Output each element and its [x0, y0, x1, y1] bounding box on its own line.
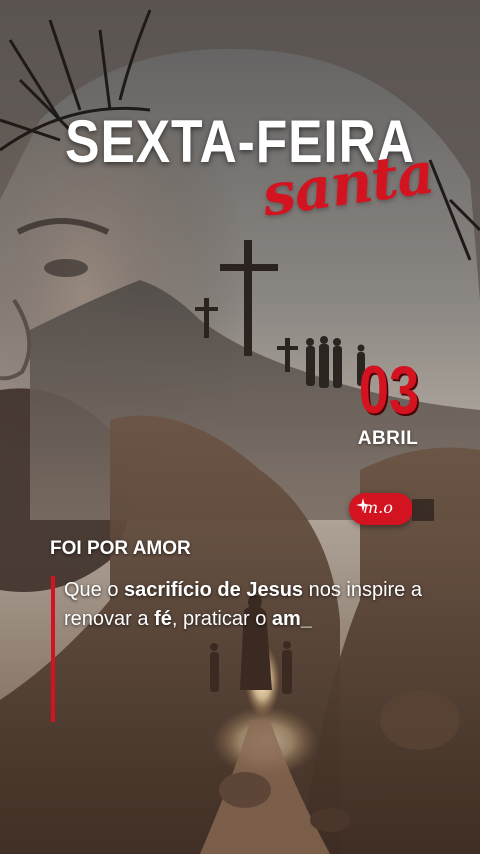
logo-badge: m.o	[349, 493, 413, 525]
poster: SEXTA-FEIRA santa 03 ABRIL m.o FOI POR A…	[0, 0, 480, 854]
date-month: ABRIL	[357, 428, 419, 449]
logo-shadow	[412, 499, 434, 521]
subtitle: FOI POR AMOR	[50, 538, 191, 559]
date-day: 03	[358, 352, 420, 428]
quote-accent-bar	[51, 576, 55, 722]
message-emphasis: sacrifício de Jesus	[124, 579, 304, 601]
message-part: , praticar o	[171, 608, 272, 630]
message-text: Que o sacrifício de Jesus nos inspire a …	[64, 576, 424, 634]
message-part: Que o	[64, 579, 125, 601]
logo-text: m.o	[363, 498, 393, 517]
message-emphasis: am_	[271, 608, 312, 630]
message-emphasis: fé	[154, 608, 172, 630]
